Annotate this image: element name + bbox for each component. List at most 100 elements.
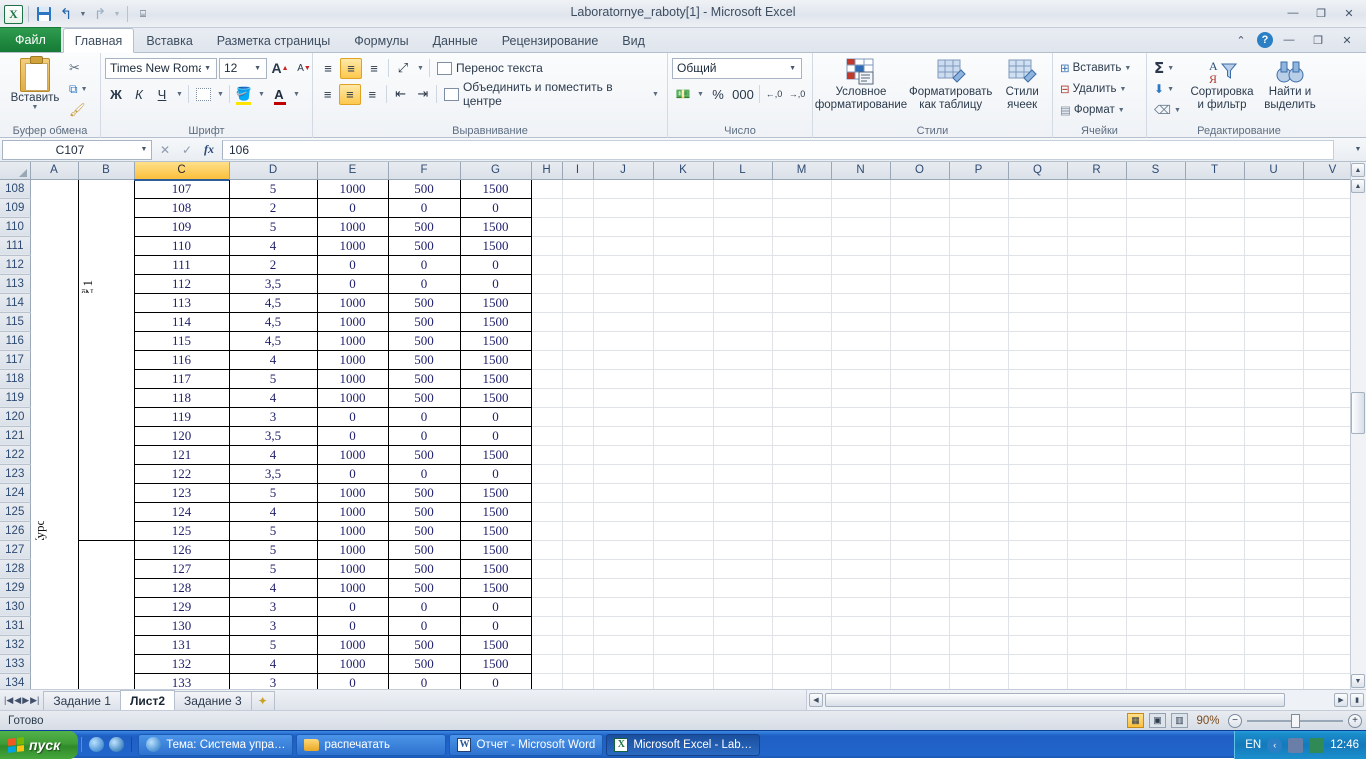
cell-B121[interactable]: [78, 426, 135, 445]
cell-C121[interactable]: 120: [133, 425, 230, 446]
worksheet-grid[interactable]: ABCDEFGHIJKLMNOPQRSTUV 108 107 5 1000 500 150…: [0, 162, 1366, 689]
cell-G121[interactable]: 0: [459, 425, 532, 446]
cell-T117[interactable]: [1185, 350, 1245, 370]
vertical-scroll-thumb[interactable]: [1351, 392, 1365, 434]
cell-G113[interactable]: 0: [459, 273, 532, 294]
cell-K133[interactable]: [653, 654, 714, 674]
cell-F134[interactable]: 0: [387, 672, 461, 689]
cell-H108[interactable]: [531, 179, 563, 199]
cell-A119[interactable]: [30, 388, 79, 407]
cell-I130[interactable]: [562, 597, 594, 617]
cell-F120[interactable]: 0: [387, 406, 461, 427]
cell-C125[interactable]: 124: [133, 501, 230, 522]
cell-B111[interactable]: [78, 236, 135, 255]
cell-H130[interactable]: [531, 597, 563, 617]
cell-K113[interactable]: [653, 274, 714, 294]
cell-N112[interactable]: [831, 255, 891, 275]
percent-style-button[interactable]: %: [707, 84, 729, 105]
cell-K114[interactable]: [653, 293, 714, 313]
cell-I128[interactable]: [562, 559, 594, 579]
font-name-combo[interactable]: Times New Roman ▼: [105, 57, 217, 79]
cell-U121[interactable]: [1244, 426, 1304, 446]
row-header-111[interactable]: 111: [0, 236, 31, 256]
column-header-I[interactable]: I: [562, 162, 594, 180]
cell-A122[interactable]: [30, 445, 79, 464]
cell-M115[interactable]: [772, 312, 832, 332]
cell-D110[interactable]: 5: [228, 216, 318, 237]
cell-D111[interactable]: 4: [228, 235, 318, 256]
cell-S126[interactable]: [1126, 521, 1186, 541]
help-icon[interactable]: ?: [1257, 32, 1273, 48]
cell-G127[interactable]: 1500: [459, 539, 532, 560]
cell-L108[interactable]: [713, 179, 773, 199]
cell-H125[interactable]: [531, 502, 563, 522]
row-header-133[interactable]: 133: [0, 654, 31, 674]
cell-C117[interactable]: 116: [133, 349, 230, 370]
cell-T123[interactable]: [1185, 464, 1245, 484]
cell-Q114[interactable]: [1008, 293, 1068, 313]
cell-L122[interactable]: [713, 445, 773, 465]
cell-Q127[interactable]: [1008, 540, 1068, 560]
cell-O127[interactable]: [890, 540, 950, 560]
column-header-L[interactable]: L: [713, 162, 773, 180]
cell-M124[interactable]: [772, 483, 832, 503]
cell-D113[interactable]: 3,5: [228, 273, 318, 294]
cell-M117[interactable]: [772, 350, 832, 370]
cell-O118[interactable]: [890, 369, 950, 389]
cell-P110[interactable]: [949, 217, 1009, 237]
cell-A112[interactable]: [30, 255, 79, 274]
font-name-dropdown-icon[interactable]: ▼: [201, 65, 214, 72]
cell-E118[interactable]: 1000: [316, 368, 389, 389]
cell-D119[interactable]: 4: [228, 387, 318, 408]
cell-S113[interactable]: [1126, 274, 1186, 294]
vertical-scrollbar[interactable]: ▲ ▲ ▼: [1350, 162, 1366, 689]
cell-D118[interactable]: 5: [228, 368, 318, 389]
zoom-slider[interactable]: [1247, 713, 1343, 728]
cell-H132[interactable]: [531, 635, 563, 655]
cell-C123[interactable]: 122: [133, 463, 230, 484]
cell-E119[interactable]: 1000: [316, 387, 389, 408]
cell-H126[interactable]: [531, 521, 563, 541]
cell-D127[interactable]: 5: [228, 539, 318, 560]
cell-S109[interactable]: [1126, 198, 1186, 218]
cell-K132[interactable]: [653, 635, 714, 655]
cell-R110[interactable]: [1067, 217, 1127, 237]
cell-F110[interactable]: 500: [387, 216, 461, 237]
fill-color-dropdown-icon[interactable]: ▼: [256, 84, 267, 105]
hscroll-left-button[interactable]: ◀: [809, 693, 823, 707]
cell-I122[interactable]: [562, 445, 594, 465]
cell-U115[interactable]: [1244, 312, 1304, 332]
cell-B134[interactable]: [78, 673, 135, 689]
cell-T118[interactable]: [1185, 369, 1245, 389]
cell-H134[interactable]: [531, 673, 563, 689]
cell-L114[interactable]: [713, 293, 773, 313]
cell-A121[interactable]: [30, 426, 79, 445]
normal-view-button[interactable]: ▦: [1127, 713, 1144, 728]
cell-K122[interactable]: [653, 445, 714, 465]
cell-I112[interactable]: [562, 255, 594, 275]
cell-U130[interactable]: [1244, 597, 1304, 617]
cell-O108[interactable]: [890, 179, 950, 199]
column-header-E[interactable]: E: [317, 162, 389, 180]
cell-O123[interactable]: [890, 464, 950, 484]
cell-A111[interactable]: [30, 236, 79, 255]
cell-M127[interactable]: [772, 540, 832, 560]
sort-filter-button[interactable]: A Я Сортировка и фильтр: [1187, 56, 1257, 112]
row-header-123[interactable]: 123: [0, 464, 31, 484]
cell-L128[interactable]: [713, 559, 773, 579]
cell-H113[interactable]: [531, 274, 563, 294]
cell-F126[interactable]: 500: [387, 520, 461, 541]
cell-Q130[interactable]: [1008, 597, 1068, 617]
cell-L111[interactable]: [713, 236, 773, 256]
copy-button[interactable]: ⧉ ▼: [66, 79, 91, 99]
cell-T119[interactable]: [1185, 388, 1245, 408]
cell-G110[interactable]: 1500: [459, 216, 532, 237]
cell-M118[interactable]: [772, 369, 832, 389]
font-color-icon[interactable]: A: [268, 84, 290, 105]
cell-J118[interactable]: [593, 369, 654, 389]
cell-D120[interactable]: 3: [228, 406, 318, 427]
cell-J133[interactable]: [593, 654, 654, 674]
cell-T120[interactable]: [1185, 407, 1245, 427]
cell-L129[interactable]: [713, 578, 773, 598]
cell-E114[interactable]: 1000: [316, 292, 389, 313]
